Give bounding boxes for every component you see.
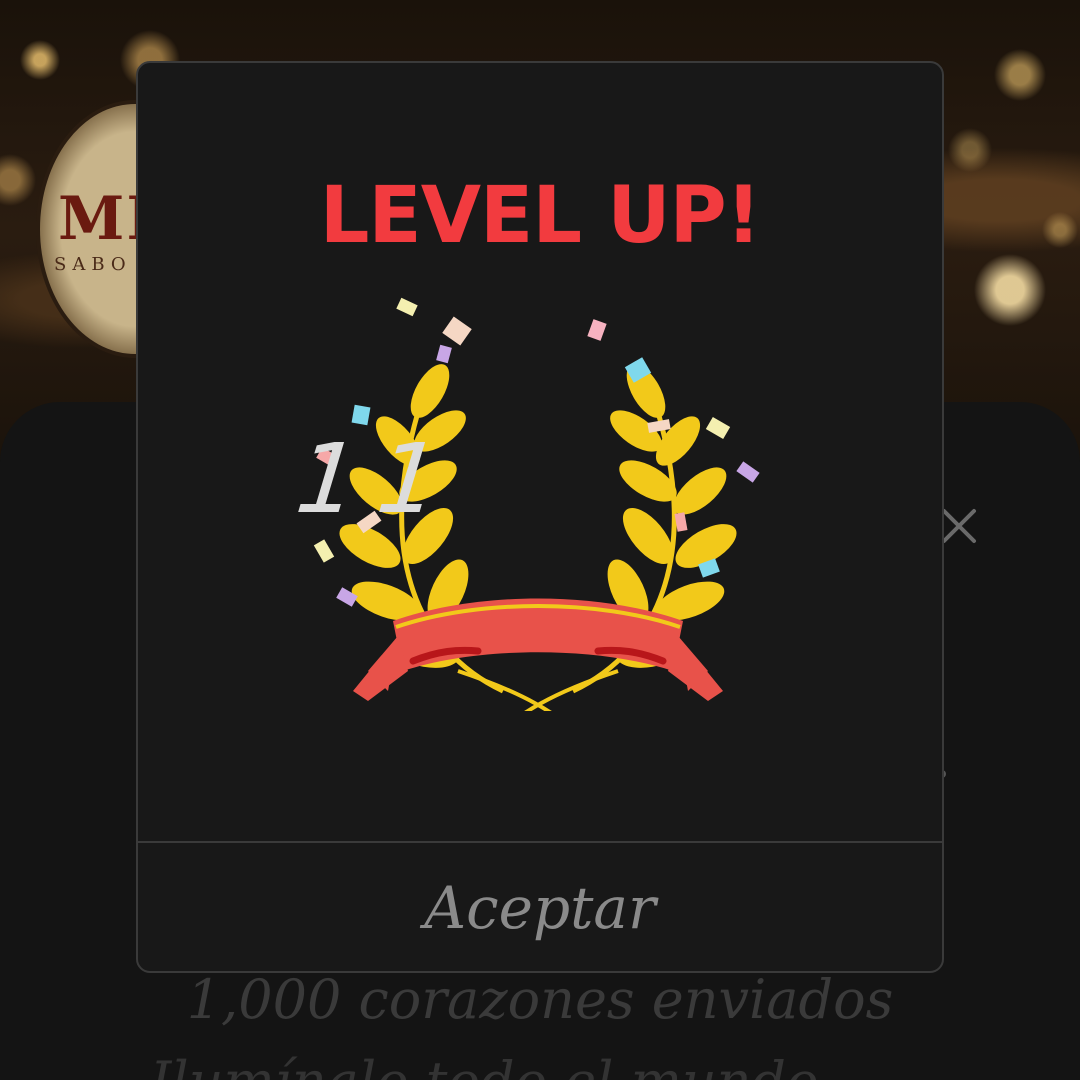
sheet-next-line: Ilumínalo todo el mundo xyxy=(150,1050,950,1080)
screen: MI SABO 1,000 corazones enviados Ilumína… xyxy=(0,0,1080,1080)
level-number: 11 xyxy=(291,423,465,535)
dialog-title: LEVEL UP! xyxy=(319,171,762,261)
accept-button[interactable]: Aceptar xyxy=(138,843,942,971)
level-up-dialog: LEVEL UP! 11 Aceptar xyxy=(136,61,944,973)
hearts-sent-text: 1,000 corazones enviados xyxy=(186,968,894,1031)
close-icon[interactable] xyxy=(938,505,980,547)
background-logo-subtext: SABO xyxy=(54,254,132,275)
